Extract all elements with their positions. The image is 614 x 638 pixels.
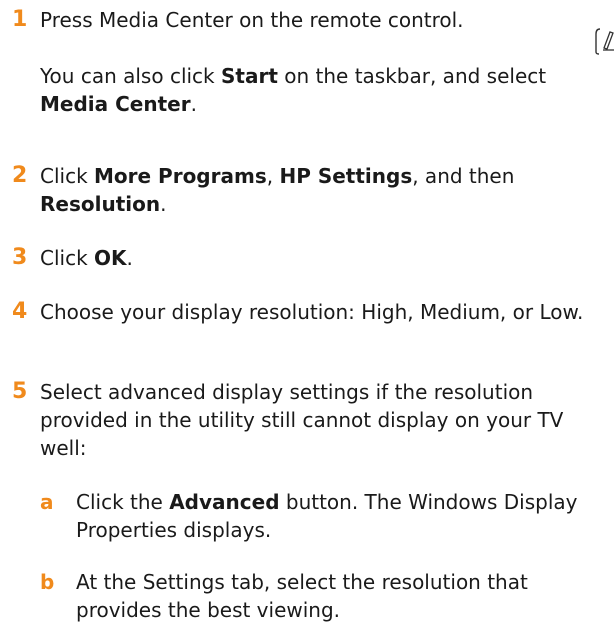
step-text: Press Media Center on the remote control… — [40, 8, 464, 32]
step-number: 3 — [12, 245, 28, 270]
hp-settings-term: HP Settings — [279, 164, 413, 188]
step-text: Click More Programs, HP Settings, and th… — [40, 164, 515, 216]
substep-letter: a — [40, 490, 54, 514]
step-number: 5 — [12, 379, 28, 404]
note-pencil-icon — [595, 28, 614, 55]
step-text: Select advanced display settings if the … — [40, 380, 564, 460]
substep-letter: b — [40, 570, 55, 594]
step-number: 4 — [12, 299, 28, 324]
resolution-term: Resolution — [40, 192, 161, 216]
substep-text: Click the Advanced button. The Windows D… — [76, 490, 578, 542]
step-text: Click OK. — [40, 246, 133, 270]
substep-text: At the Settings tab, select the resoluti… — [76, 570, 528, 622]
advanced-term: Advanced — [169, 490, 280, 514]
instructions-page: 1 Press Media Center on the remote contr… — [0, 0, 614, 638]
more-programs-term: More Programs — [94, 164, 267, 188]
start-term: Start — [221, 64, 278, 88]
step-text: Choose your display resolution: High, Me… — [40, 300, 584, 324]
step-note: You can also click Start on the taskbar,… — [40, 64, 547, 116]
step-number: 1 — [12, 7, 28, 32]
media-center-term: Media Center — [40, 92, 191, 116]
ok-term: OK — [94, 246, 127, 270]
step-number: 2 — [12, 163, 28, 188]
